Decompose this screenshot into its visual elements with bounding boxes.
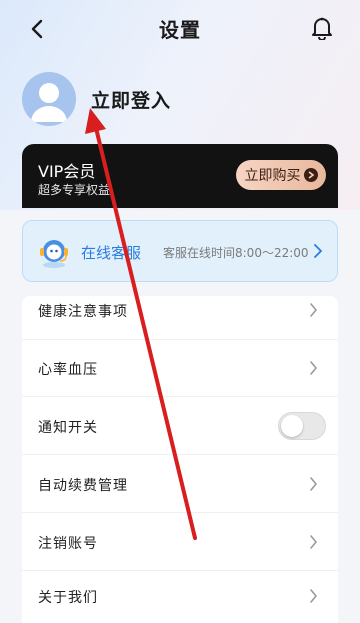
settings-list: 健康注意事项 心率血压 通知开关 自动续费管理 注销账号 关于我们 <box>22 296 338 623</box>
chevron-right-icon <box>309 588 318 608</box>
list-item-heart-rate[interactable]: 心率血压 <box>22 339 338 397</box>
list-item-label: 关于我们 <box>38 590 98 606</box>
buy-now-button[interactable]: 立即购买 <box>236 160 326 190</box>
avatar[interactable] <box>22 72 76 126</box>
list-item-label: 自动续费管理 <box>38 478 128 494</box>
list-item-about-us[interactable]: 关于我们 <box>22 571 338 623</box>
chevron-right-icon <box>309 302 318 322</box>
notification-button[interactable] <box>308 14 336 42</box>
list-item-delete-account[interactable]: 注销账号 <box>22 513 338 571</box>
list-item-auto-renew[interactable]: 自动续费管理 <box>22 455 338 513</box>
chevron-right-icon <box>309 360 318 380</box>
vip-subtitle: 超多专享权益 <box>38 183 111 197</box>
online-service-card[interactable]: 在线客服 客服在线时间8:00～22:00 <box>22 220 338 282</box>
arrow-right-icon <box>303 168 318 182</box>
list-item-label: 注销账号 <box>38 536 98 552</box>
online-service-label: 在线客服 <box>81 244 142 262</box>
login-entry[interactable]: 立即登入 <box>22 72 171 126</box>
header-bar: 设置 <box>0 0 360 58</box>
vip-title: VIP会员 <box>38 162 96 181</box>
service-hours: 客服在线时间8:00～22:00 <box>163 246 309 260</box>
list-item-health-notes[interactable]: 健康注意事项 <box>22 296 338 340</box>
list-item-label: 心率血压 <box>38 362 98 378</box>
list-item-label: 健康注意事项 <box>38 304 128 320</box>
chevron-right-icon <box>309 476 318 496</box>
chevron-right-icon <box>309 534 318 554</box>
chevron-right-icon <box>313 243 323 263</box>
vip-card[interactable]: VIP会员 超多专享权益 立即购买 <box>22 144 338 208</box>
page-title: 设置 <box>159 18 201 42</box>
list-item-notification: 通知开关 <box>22 397 338 455</box>
bell-icon <box>312 17 332 40</box>
list-item-label: 通知开关 <box>38 420 98 436</box>
buy-now-label: 立即购买 <box>244 168 301 184</box>
customer-service-icon <box>36 234 72 270</box>
user-avatar-icon <box>31 83 67 122</box>
toggle-knob <box>281 415 303 437</box>
notification-toggle[interactable] <box>278 412 326 440</box>
login-label[interactable]: 立即登入 <box>91 86 171 113</box>
